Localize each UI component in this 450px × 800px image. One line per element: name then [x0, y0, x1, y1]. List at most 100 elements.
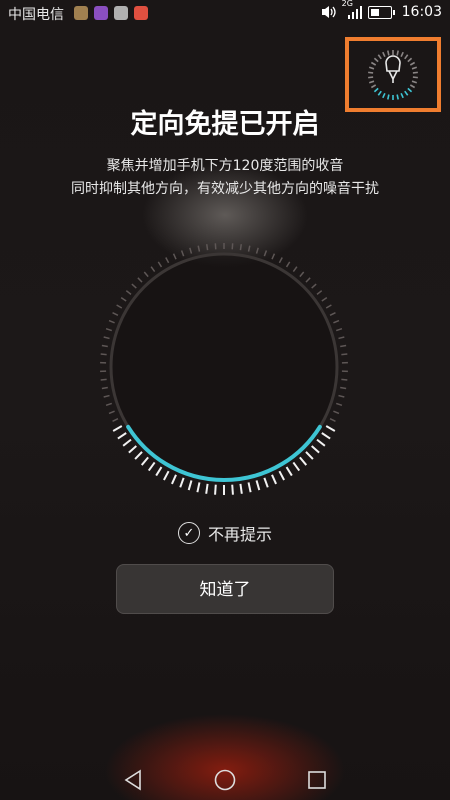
mini-dial-tick: [404, 54, 409, 60]
dial-tick: [311, 445, 320, 454]
dial-tick: [131, 283, 137, 289]
status-right: 2G 16:03: [320, 0, 442, 20]
dial-tick: [100, 353, 107, 356]
mini-dial-tick: [387, 50, 390, 56]
checkbox-label: 不再提示: [208, 525, 273, 544]
dial-tick: [340, 386, 347, 390]
mini-dial-tick: [400, 92, 404, 99]
dial-tick: [285, 261, 291, 268]
dial-tick: [255, 480, 261, 491]
mini-dial-tick: [373, 57, 379, 63]
dial-tick: [316, 438, 326, 447]
description-line-1: 聚焦并增加手机下方120度范围的收音: [106, 158, 344, 174]
carrier-label: 中国电信: [8, 7, 64, 23]
dial-tick: [140, 456, 149, 466]
dial-tick: [196, 482, 201, 493]
dial-tick: [197, 245, 201, 252]
dial-tick: [214, 484, 217, 495]
mini-dial-tick: [368, 80, 375, 84]
dial-tick: [255, 247, 259, 254]
mini-dial-tick: [382, 51, 386, 58]
dial-tick: [189, 247, 193, 254]
dial-tick: [247, 245, 251, 252]
home-icon[interactable]: [213, 768, 237, 792]
check-icon: ✓: [178, 522, 200, 544]
dial-tick: [179, 477, 185, 488]
dial-tick: [263, 250, 268, 257]
dial-tick: [180, 250, 185, 257]
mini-dial-tick: [409, 61, 416, 66]
vibrate-icon: [321, 6, 336, 18]
dial-tick: [299, 271, 305, 278]
back-icon[interactable]: [122, 768, 146, 792]
mini-dial-tick: [368, 66, 375, 70]
dial-tick: [305, 451, 314, 460]
dial-tick: [299, 456, 308, 466]
dial-tick: [340, 344, 347, 348]
dialog-title: 定向免提已开启: [130, 109, 320, 140]
dial-tick: [341, 378, 348, 381]
mini-dial-tick: [377, 90, 382, 96]
dial-tick: [333, 319, 340, 324]
mini-dial-tick: [377, 54, 382, 60]
dial-tick: [338, 394, 345, 398]
dial-tick: [120, 297, 127, 302]
mini-dial-tick: [387, 94, 390, 100]
mini-dial-tick: [400, 51, 404, 58]
description-line-2: 同时抑制其他方向，有效减少其他方向的噪音干扰: [71, 181, 379, 197]
dial-tick: [116, 304, 123, 309]
mini-dial-tick: [404, 90, 409, 96]
dial-tick: [316, 290, 323, 295]
dial-tick: [137, 277, 143, 283]
app-icon-4: [134, 6, 148, 20]
mini-dial-tick: [409, 84, 416, 89]
signal-icon: [347, 6, 362, 19]
dial-tick: [108, 410, 115, 415]
mini-dial-tick: [411, 66, 418, 70]
dial-tick: [172, 253, 177, 260]
app-icon-3: [114, 6, 128, 20]
dial-tick: [101, 344, 108, 348]
dial-tick: [105, 327, 113, 332]
directional-mic-icon[interactable]: [349, 41, 437, 108]
dial-tick: [122, 438, 132, 447]
dial-tick: [125, 290, 132, 295]
dial-tick: [187, 480, 193, 491]
dial-tick: [335, 402, 343, 407]
dial-tick: [321, 432, 331, 440]
status-bar: 中国电信 2G 16:03: [0, 0, 450, 30]
dial-tick: [143, 271, 149, 278]
dial-tick: [171, 474, 177, 485]
got-it-button[interactable]: 知道了: [116, 564, 334, 614]
dial-tick: [338, 336, 345, 340]
clock: 16:03: [401, 4, 442, 20]
mini-dial-tick: [412, 71, 418, 74]
dont-show-again-checkbox[interactable]: ✓ 不再提示: [178, 521, 272, 545]
mini-dial-tick: [370, 84, 377, 89]
dial-tick: [105, 402, 113, 407]
mini-dial-tick: [370, 61, 377, 66]
app-icon-2: [94, 6, 108, 20]
dial-tick: [231, 484, 234, 495]
battery-icon: [367, 5, 395, 19]
dial-tick: [147, 461, 156, 472]
dial-tick: [341, 353, 348, 356]
dial-tick: [292, 461, 301, 472]
mini-dial-tick: [412, 76, 418, 79]
dial-tick: [150, 266, 156, 272]
dial-tick: [292, 266, 298, 272]
mini-dial-tick: [368, 71, 374, 74]
dial-inner-ring: [109, 252, 339, 482]
dial-tick: [333, 410, 340, 415]
recents-icon[interactable]: [305, 768, 329, 792]
dial-tick: [325, 304, 332, 309]
dial-tick: [117, 432, 127, 440]
dial-tick: [247, 482, 252, 493]
mini-dial-tick: [411, 80, 418, 84]
app-icon-1: [74, 6, 88, 20]
mini-dial-tick: [407, 87, 413, 93]
dial-tick: [329, 418, 336, 423]
dial-tick: [311, 283, 317, 289]
mini-dial-tick: [373, 87, 379, 93]
dial-tick: [103, 394, 110, 398]
